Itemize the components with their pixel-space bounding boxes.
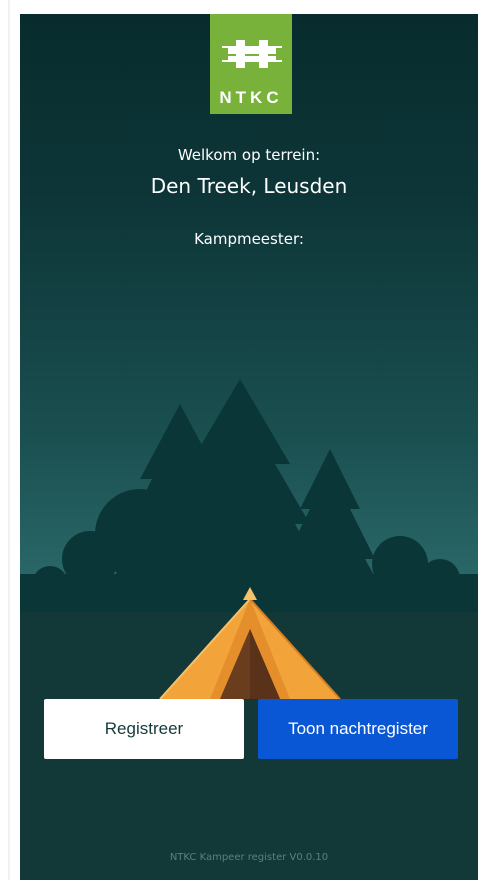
app-screen: NTKC Welkom op terrein: Den Treek, Leusd… bbox=[20, 14, 478, 880]
night-register-button[interactable]: Toon nachtregister bbox=[258, 699, 458, 759]
ntkc-logo: NTKC bbox=[210, 14, 292, 114]
page-frame: NTKC Welkom op terrein: Den Treek, Leusd… bbox=[0, 0, 478, 880]
campmaster-label: Kampmeester: bbox=[194, 230, 304, 248]
fence-icon bbox=[220, 40, 284, 68]
logo-text: NTKC bbox=[219, 88, 283, 107]
terrain-name: Den Treek, Leusden bbox=[150, 174, 348, 198]
forest-tent-illustration bbox=[20, 379, 478, 704]
welcome-label: Welkom op terrein: bbox=[177, 146, 321, 164]
register-button[interactable]: Registreer bbox=[44, 699, 244, 759]
version-footer: NTKC Kampeer register V0.0.10 bbox=[169, 852, 329, 863]
left-border bbox=[8, 0, 10, 880]
